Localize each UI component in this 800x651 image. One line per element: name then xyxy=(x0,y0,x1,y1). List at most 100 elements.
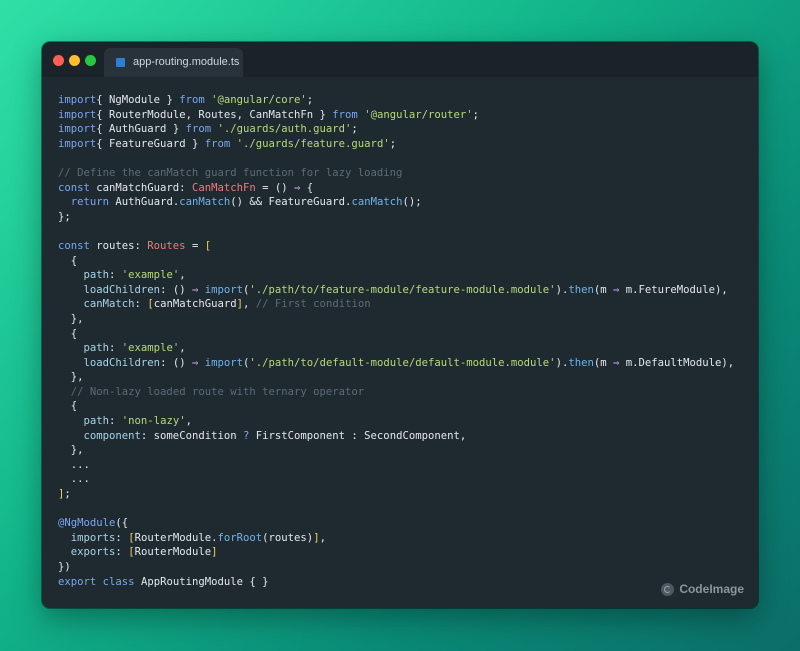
code-editor[interactable]: import{ NgModule } from '@angular/core';… xyxy=(58,93,748,589)
code-token: ). xyxy=(555,356,569,369)
code-line: path: 'example', xyxy=(58,341,748,356)
code-token: ; xyxy=(64,488,71,501)
code-line: }, xyxy=(58,443,748,458)
code-token: forRoot xyxy=(217,531,263,544)
code-line: canMatch: [canMatchGuard], // First cond… xyxy=(58,297,748,312)
code-token: canMatch xyxy=(179,196,231,209)
code-line: export class AppRoutingModule { } xyxy=(58,575,748,590)
code-token: 'example' xyxy=(121,269,180,282)
code-token: : xyxy=(115,546,129,559)
code-token: canMatch xyxy=(83,298,135,311)
minimize-window-dot[interactable] xyxy=(69,55,80,66)
code-line: ]; xyxy=(58,487,748,502)
code-token: 'example' xyxy=(121,342,180,355)
code-token: const xyxy=(58,239,90,252)
code-token: m.FetureModule), xyxy=(619,283,728,296)
code-token: ). xyxy=(555,283,569,296)
code-token: component xyxy=(83,429,141,442)
code-token: ; xyxy=(351,123,358,136)
code-token: (m xyxy=(593,356,613,369)
code-token: RouterModule xyxy=(134,546,212,559)
code-line: { xyxy=(58,327,748,342)
code-token: RouterModule. xyxy=(134,531,218,544)
code-line: // Non-lazy loaded route with ternary op… xyxy=(58,385,748,400)
code-token: { FeatureGuard } xyxy=(96,137,205,150)
maximize-window-dot[interactable] xyxy=(85,55,96,66)
code-token: (routes) xyxy=(262,531,314,544)
code-token: ] xyxy=(211,546,218,559)
code-token: { xyxy=(58,327,78,340)
code-token: }, xyxy=(58,312,84,325)
code-token: imports xyxy=(70,531,116,544)
code-token: : xyxy=(109,342,122,355)
code-token: [ xyxy=(204,239,212,252)
code-token: './guards/auth.guard' xyxy=(217,123,352,136)
code-line: ... xyxy=(58,458,748,473)
code-token: canMatchGuard xyxy=(153,298,237,311)
code-token: import xyxy=(58,123,97,136)
code-token: from xyxy=(185,123,212,136)
code-token: }) xyxy=(58,561,71,573)
code-line: @NgModule({ xyxy=(58,516,748,531)
code-token: { AuthGuard } xyxy=(96,123,186,136)
code-token: const xyxy=(58,181,90,194)
code-token: path xyxy=(83,342,110,355)
code-token: from xyxy=(204,137,231,150)
code-token: '@angular/router' xyxy=(364,108,473,121)
code-token: @NgModule xyxy=(58,517,116,530)
code-line: path: 'non-lazy', xyxy=(58,414,748,429)
close-window-dot[interactable] xyxy=(53,55,64,66)
code-line: }, xyxy=(58,370,748,385)
code-line: exports: [RouterModule] xyxy=(58,545,748,560)
code-token: ... xyxy=(58,473,90,486)
code-token: return xyxy=(70,196,110,209)
code-token: : () xyxy=(160,356,192,369)
code-token: = xyxy=(185,239,205,252)
code-token: import xyxy=(204,356,244,369)
code-token: AppRoutingModule { } xyxy=(134,575,269,588)
code-token: () && FeatureGuard. xyxy=(230,196,352,209)
code-token: , xyxy=(179,269,186,282)
code-token: ; xyxy=(472,108,480,121)
code-token: m.DefaultModule), xyxy=(619,356,735,369)
code-token: // First condition xyxy=(255,298,371,311)
code-line: import{ NgModule } from '@angular/core'; xyxy=(58,93,748,108)
code-token: from xyxy=(179,94,205,106)
code-token: exports xyxy=(70,546,116,559)
code-token: '@angular/core' xyxy=(211,94,307,106)
code-token: , xyxy=(243,298,256,311)
typescript-file-icon xyxy=(116,58,125,67)
code-token: FirstComponent : SecondComponent, xyxy=(249,429,467,442)
codeimage-logo-icon xyxy=(661,582,675,596)
code-token: from xyxy=(332,108,358,121)
code-token: AuthGuard. xyxy=(109,196,180,209)
code-token: Routes xyxy=(147,239,186,252)
code-token: (m xyxy=(593,283,613,296)
code-token: }, xyxy=(58,371,84,384)
code-line: import{ AuthGuard } from './guards/auth.… xyxy=(58,122,748,137)
file-tab[interactable]: app-routing.module.ts xyxy=(104,48,243,77)
code-line: import{ RouterModule, Routes, CanMatchFn… xyxy=(58,108,748,123)
code-token: loadChildren xyxy=(83,283,161,296)
code-token: ... xyxy=(58,458,90,471)
code-line: const canMatchGuard: CanMatchFn = () ⇒ { xyxy=(58,181,748,196)
code-token: './path/to/feature-module/feature-module… xyxy=(249,283,556,296)
codeimage-watermark: CodeImage xyxy=(661,582,744,596)
code-token: : xyxy=(134,298,148,311)
code-token: CanMatchFn xyxy=(191,181,256,194)
code-token: import xyxy=(58,137,97,150)
code-line: ... xyxy=(58,472,748,487)
code-line: loadChildren: () ⇒ import('./path/to/def… xyxy=(58,356,748,371)
code-token: path xyxy=(83,269,110,282)
code-token: , xyxy=(179,342,186,355)
code-token: , xyxy=(319,531,326,544)
